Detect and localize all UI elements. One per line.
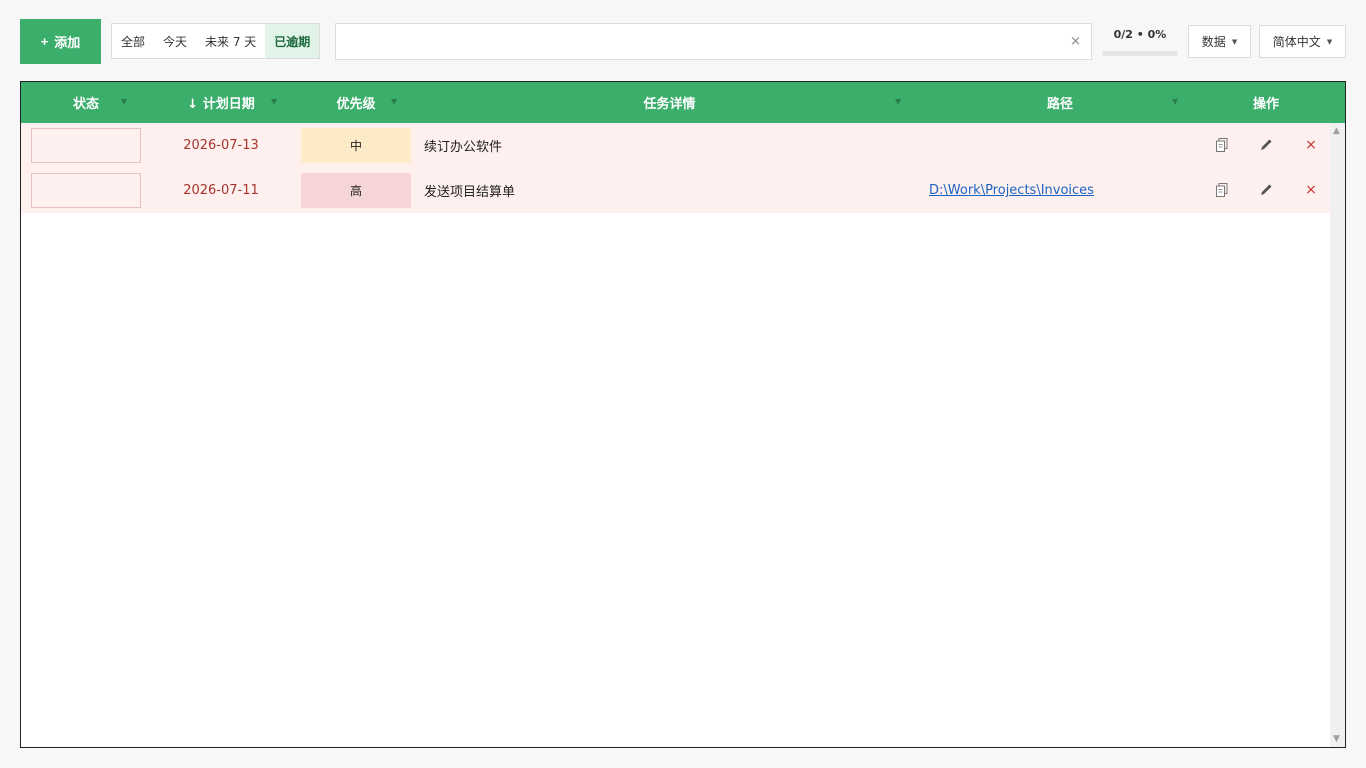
search-box: × [335,23,1092,60]
add-task-button[interactable]: + 添加 [20,19,101,64]
todo-app: + 添加 全部 今天 未来 7 天 已逾期 × 0/2 • 0% 数据 ▼ 简体… [0,0,1366,768]
copy-icon[interactable] [1214,136,1230,154]
task-detail[interactable]: 续订办公软件 [424,123,914,168]
status-checkbox[interactable] [31,128,141,163]
task-table: 状态 ▼ ↓ 计划日期 ▼ 优先级 ▼ 任务详情 ▼ 路径 ▼ 操作 2026-… [20,81,1346,748]
column-actions-label: 操作 [1252,97,1279,112]
filter-all[interactable]: 全部 [112,24,154,58]
table-header: 状态 ▼ ↓ 计划日期 ▼ 优先级 ▼ 任务详情 ▼ 路径 ▼ 操作 [21,82,1345,123]
language-label: 简体中文 [1272,35,1321,49]
priority-badge[interactable]: 高 [301,173,411,208]
column-date[interactable]: ↓ 计划日期 [151,82,291,123]
column-actions: 操作 [1202,82,1330,123]
scroll-down-icon[interactable]: ▼ [1333,734,1340,744]
column-date-label: ↓ 计划日期 [187,97,255,112]
task-path: D:\Work\Projects\Invoices [929,168,1199,213]
sort-arrow-icon[interactable]: ▼ [895,97,901,106]
add-task-label: 添加 [54,35,81,50]
sort-arrow-icon[interactable]: ▼ [121,97,127,106]
planned-date: 2026-07-13 [183,138,259,153]
copy-icon[interactable] [1214,181,1230,199]
column-detail[interactable]: 任务详情 [421,82,918,123]
task-path [929,123,1199,168]
sort-arrow-icon[interactable]: ▼ [271,97,277,106]
data-menu-button[interactable]: 数据 ▼ [1188,25,1251,58]
filter-today[interactable]: 今天 [154,24,196,58]
language-select[interactable]: 简体中文 ▼ [1259,25,1346,58]
caret-down-icon: ▼ [1231,37,1238,46]
filter-next-7-days[interactable]: 未来 7 天 [196,24,265,58]
filter-overdue[interactable]: 已逾期 [265,24,320,58]
sort-arrow-icon[interactable]: ▼ [1172,97,1178,106]
table-row: 2026-07-13 中 续订办公软件 × [21,123,1330,168]
vertical-scrollbar[interactable]: ▲ ▼ [1330,123,1345,747]
column-path-label: 路径 [1046,97,1073,112]
path-link[interactable]: D:\Work\Projects\Invoices [929,183,1094,198]
data-menu-label: 数据 [1201,35,1226,49]
column-detail-label: 任务详情 [643,97,696,112]
scroll-up-icon[interactable]: ▲ [1333,126,1340,136]
table-body: 2026-07-13 中 续订办公软件 × 2026-07-11 高 发送项目结… [21,123,1330,213]
column-status-label: 状态 [72,97,99,112]
column-path[interactable]: 路径 [918,82,1202,123]
column-priority-label: 优先级 [336,97,376,112]
planned-date: 2026-07-11 [183,183,259,198]
plus-icon: + [40,34,49,49]
edit-icon[interactable] [1258,136,1274,154]
clear-icon[interactable]: × [1070,34,1081,49]
task-detail[interactable]: 发送项目结算单 [424,168,914,213]
progress-track [1102,51,1178,56]
table-row: 2026-07-11 高 发送项目结算单 D:\Work\Projects\In… [21,168,1330,213]
progress-indicator: 0/2 • 0% [1102,28,1178,56]
column-status[interactable]: 状态 [21,82,151,123]
date-filter-group: 全部 今天 未来 7 天 已逾期 [111,23,321,59]
sort-arrow-icon[interactable]: ▼ [391,97,397,106]
progress-text: 0/2 • 0% [1113,28,1167,41]
status-checkbox[interactable] [31,173,141,208]
delete-icon[interactable]: × [1303,136,1319,154]
edit-icon[interactable] [1258,181,1274,199]
priority-badge[interactable]: 中 [301,128,411,163]
delete-icon[interactable]: × [1303,181,1319,199]
search-input[interactable] [336,24,1091,59]
column-priority[interactable]: 优先级 [291,82,421,123]
caret-down-icon: ▼ [1326,37,1333,46]
